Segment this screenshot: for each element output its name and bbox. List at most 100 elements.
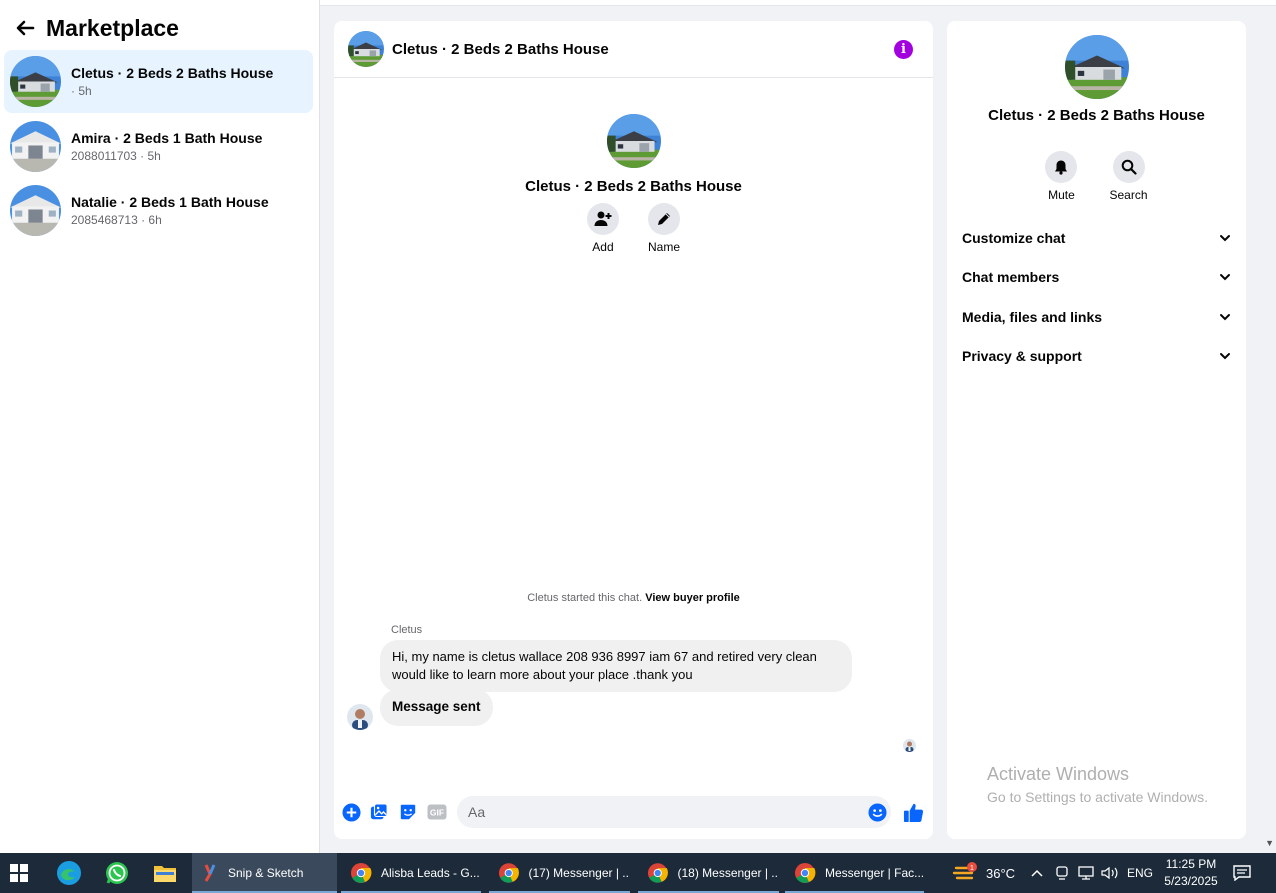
name-chat-button[interactable]: Name: [647, 203, 680, 254]
section-label: Customize chat: [962, 230, 1066, 246]
privacy-support-section[interactable]: Privacy & support: [950, 338, 1243, 374]
emoji-icon[interactable]: [867, 802, 887, 822]
taskbar-clock[interactable]: 11:25 PM 5/23/2025: [1158, 856, 1224, 890]
pencil-icon: [647, 203, 680, 235]
activate-windows-watermark: Activate Windows Go to Settings to activ…: [987, 764, 1208, 805]
chevron-up-icon[interactable]: [1031, 853, 1045, 893]
sticker-icon[interactable]: [398, 802, 418, 822]
chrome-icon: [647, 863, 668, 883]
customize-chat-section[interactable]: Customize chat: [950, 220, 1243, 256]
conversation-meta: 2088011703 · 5h: [71, 148, 161, 163]
back-arrow-icon[interactable]: [14, 17, 36, 39]
clock-time: 11:25 PM: [1165, 857, 1217, 871]
mute-button[interactable]: Mute: [1045, 151, 1078, 202]
conversation-meta: 2085468713 · 6h: [71, 212, 162, 227]
chat-header: Cletus · 2 Beds 2 Baths House i: [334, 21, 933, 78]
bell-icon: [1045, 151, 1078, 183]
listing-thumbnail: [10, 56, 61, 107]
plus-circle-icon[interactable]: [341, 802, 361, 822]
windows-taskbar: Snip & Sketch Alisba Leads - G... (17) M…: [0, 853, 1276, 893]
weather-icon[interactable]: 1: [952, 853, 980, 893]
watermark-title: Activate Windows: [987, 764, 1130, 784]
name-label: Name: [647, 240, 680, 254]
chevron-down-icon: [1220, 314, 1230, 321]
gif-label: GIF: [430, 808, 444, 818]
mute-label: Mute: [1048, 188, 1075, 202]
add-label: Add: [592, 240, 614, 254]
chat-profile-summary: Cletus · 2 Beds 2 Baths House Add Name: [334, 114, 933, 254]
thumbs-up-icon[interactable]: [902, 801, 924, 823]
section-label: Chat members: [962, 269, 1060, 285]
chat-started-notice: Cletus started this chat. View buyer pro…: [334, 592, 933, 604]
chrome-icon: [351, 863, 372, 883]
conversation-item-natalie[interactable]: Natalie · 2 Beds 1 Bath House 2085468713…: [4, 179, 313, 242]
taskbar-app-label: Alisba Leads - G...: [381, 866, 480, 880]
gif-icon[interactable]: GIF: [426, 802, 448, 822]
taskbar-app-messenger-17[interactable]: (17) Messenger | ...: [489, 853, 630, 893]
notifications-icon[interactable]: [1233, 853, 1253, 893]
chevron-down-icon: [1220, 274, 1230, 281]
chevron-down-icon: [1220, 353, 1230, 360]
search-label: Search: [1109, 188, 1148, 202]
chrome-icon: [498, 863, 519, 883]
chat-details-panel: Cletus · 2 Beds 2 Baths House Mute Searc…: [947, 21, 1246, 839]
chat-started-text: Cletus started this chat.: [527, 592, 643, 604]
view-buyer-profile-link[interactable]: View buyer profile: [645, 592, 740, 604]
taskbar-app-label: (17) Messenger | ...: [528, 866, 630, 880]
file-explorer-icon[interactable]: [153, 853, 179, 893]
details-title: Cletus · 2 Beds 2 Baths House: [988, 107, 1205, 124]
top-border: [320, 0, 1276, 6]
message-sender-name: Cletus: [391, 624, 423, 636]
taskbar-app-messenger-18[interactable]: (18) Messenger | ...: [638, 853, 779, 893]
conversation-item-cletus[interactable]: Cletus · 2 Beds 2 Baths House · 5h: [4, 50, 313, 113]
language-indicator[interactable]: ENG: [1127, 853, 1153, 893]
conversation-name: Amira · 2 Beds 1 Bath House: [71, 129, 263, 146]
scroll-down-arrow-icon[interactable]: ▼: [1265, 838, 1274, 848]
sender-avatar[interactable]: [347, 704, 373, 730]
snip-sketch-icon: [204, 864, 216, 882]
volume-icon[interactable]: [1101, 853, 1119, 893]
incoming-message-bubble[interactable]: Hi, my name is cletus wallace 208 936 89…: [380, 640, 852, 693]
read-receipt-avatar: [903, 739, 916, 752]
clock-date: 5/23/2025: [1164, 874, 1218, 888]
meet-now-icon[interactable]: [1055, 853, 1071, 893]
network-icon[interactable]: [1078, 853, 1096, 893]
taskbar-app-chrome-alisba[interactable]: Alisba Leads - G...: [341, 853, 481, 893]
chat-profile-title: Cletus · 2 Beds 2 Baths House: [525, 178, 742, 195]
conversation-item-amira[interactable]: Amira · 2 Beds 1 Bath House 2088011703 ·…: [4, 115, 313, 178]
message-composer: GIF: [334, 796, 933, 830]
chat-members-section[interactable]: Chat members: [950, 259, 1243, 295]
listing-thumbnail: [10, 185, 61, 236]
message-input[interactable]: [457, 796, 891, 828]
add-people-button[interactable]: Add: [586, 203, 619, 254]
weather-temperature[interactable]: 36°C: [986, 853, 1015, 893]
search-conversation-button[interactable]: Search: [1109, 151, 1148, 202]
chat-header-title[interactable]: Cletus · 2 Beds 2 Baths House: [392, 41, 609, 58]
message-sent-bubble[interactable]: Message sent: [380, 689, 493, 726]
photo-icon[interactable]: [369, 802, 389, 822]
conversation-meta: · 5h: [71, 83, 92, 98]
sidebar-title: Marketplace: [46, 14, 179, 41]
search-icon: [1112, 151, 1145, 183]
taskbar-app-snip-sketch[interactable]: Snip & Sketch: [192, 853, 337, 893]
chrome-icon: [794, 863, 816, 883]
weather-badge: 1: [970, 865, 974, 872]
windows-start-icon[interactable]: [10, 853, 32, 893]
section-label: Privacy & support: [962, 348, 1082, 364]
media-files-links-section[interactable]: Media, files and links: [950, 299, 1243, 335]
taskbar-app-label: (18) Messenger | ...: [677, 866, 779, 880]
conversation-name: Cletus · 2 Beds 2 Baths House: [71, 64, 274, 81]
edge-browser-icon[interactable]: [56, 853, 84, 893]
whatsapp-icon[interactable]: [104, 853, 132, 893]
watermark-subtitle: Go to Settings to activate Windows.: [987, 789, 1208, 805]
conversation-name: Natalie · 2 Beds 1 Bath House: [71, 193, 269, 210]
listing-thumbnail: [10, 121, 61, 172]
chat-profile-avatar: [607, 114, 661, 168]
sidebar-header: Marketplace: [0, 0, 319, 56]
chat-panel: Cletus · 2 Beds 2 Baths House i Cletus ·…: [334, 21, 933, 839]
taskbar-app-messenger-facebook[interactable]: Messenger | Fac...: [785, 853, 924, 893]
chat-header-avatar[interactable]: [348, 31, 384, 67]
details-avatar[interactable]: [1065, 35, 1129, 99]
info-icon[interactable]: i: [894, 40, 913, 59]
add-person-icon: [586, 203, 619, 235]
